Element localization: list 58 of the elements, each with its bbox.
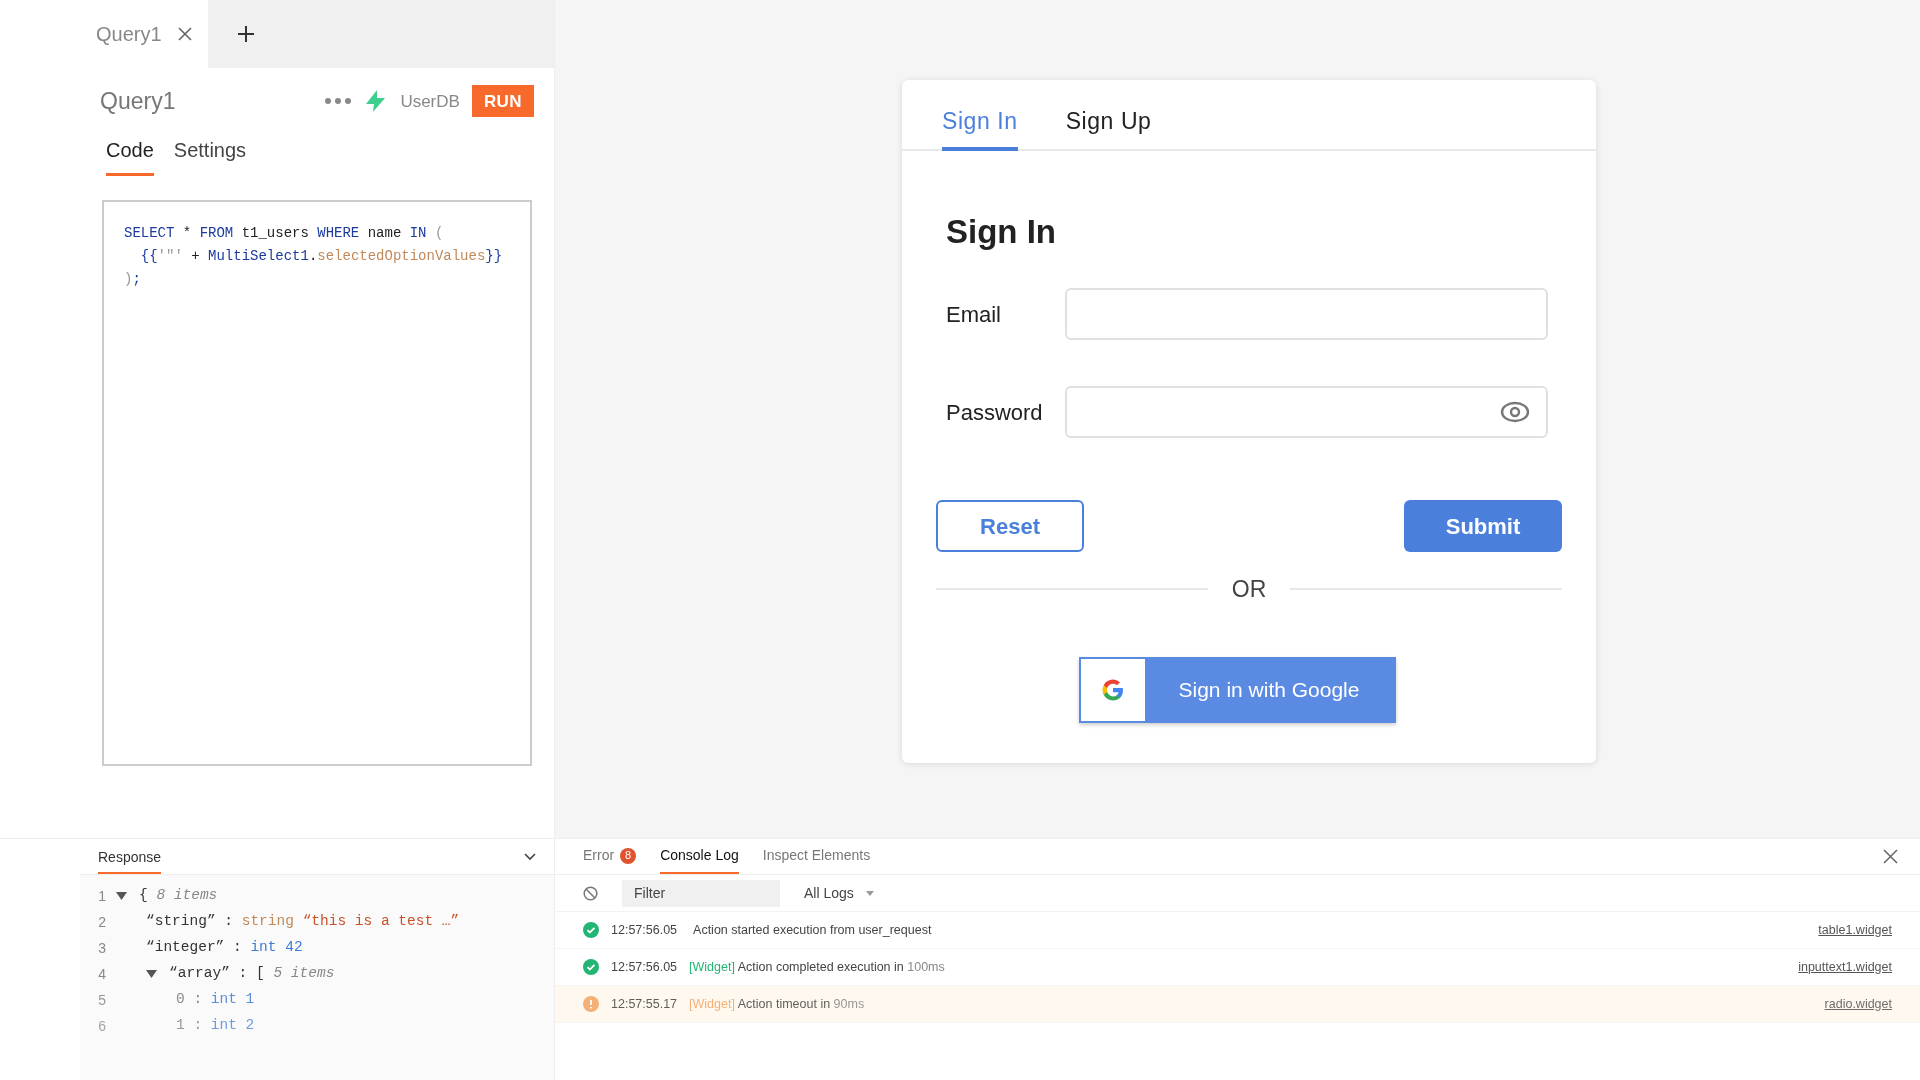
close-icon[interactable]	[1883, 849, 1898, 864]
editor-tab[interactable]: Code	[106, 134, 154, 176]
caret-icon	[865, 890, 874, 896]
eye-icon[interactable]	[1500, 401, 1530, 423]
json-line: “array” : [ 5 items	[169, 964, 335, 984]
submit-button[interactable]: Submit	[1404, 500, 1562, 552]
query-tab[interactable]: Query1	[80, 0, 208, 68]
more-icon[interactable]	[324, 97, 353, 106]
line-number: 1	[97, 886, 106, 906]
line-number: 2	[97, 912, 106, 932]
query-title: Query1	[100, 87, 176, 116]
json-line: 1 : int 2	[176, 1016, 255, 1036]
check-circle-icon	[583, 922, 599, 938]
check-circle-icon	[583, 959, 599, 975]
filter-field[interactable]: Filter	[622, 879, 780, 907]
log-message: [Widget] Action completed execution in 100ms	[689, 958, 945, 976]
log-time: 12:57:56.05	[611, 958, 678, 976]
log-source-link[interactable]: radio.widget	[1824, 994, 1892, 1014]
editor-tab[interactable]: Settings	[173, 134, 247, 176]
log-time: 12:57:56.05	[611, 921, 678, 939]
code-line: SELECT * FROM t1_users WHERE name IN (	[124, 223, 444, 243]
line-number: 5	[97, 990, 106, 1010]
line-number: 6	[97, 1016, 106, 1036]
log-message: Action started execution from user_request	[692, 921, 932, 939]
exclamation-circle-icon	[583, 996, 599, 1012]
json-line: “integer” : int 42	[146, 938, 303, 958]
log-level-dropdown[interactable]: All Logs	[804, 882, 874, 904]
form-tab[interactable]: Sign In	[942, 104, 1018, 151]
code-line: );	[124, 269, 141, 289]
console-tab[interactable]: Inspect Elements	[762, 839, 871, 874]
datasource-name: UserDB	[400, 90, 460, 113]
clear-icon[interactable]	[583, 885, 598, 901]
plus-icon[interactable]	[235, 24, 256, 44]
json-line: { 8 items	[139, 886, 218, 906]
code-editor[interactable]: SELECT * FROM t1_users WHERE name IN ( {{'"' + MultiSelect1.selectedOptionValues}} );	[102, 199, 532, 766]
log-source-link[interactable]: inputtext1.widget	[1798, 957, 1892, 977]
close-icon[interactable]	[177, 27, 192, 41]
log-time: 12:57:55.17	[611, 995, 678, 1013]
json-line: 0 : int 1	[176, 990, 255, 1010]
email-label: Email	[945, 300, 1002, 329]
or-divider: OR	[1231, 575, 1267, 604]
json-line: “string” : string “this is a test …”	[146, 912, 460, 932]
password-label: Password	[945, 398, 1044, 427]
console-tab[interactable]: Console Log	[660, 839, 739, 874]
reset-button[interactable]: Reset	[936, 500, 1084, 552]
email-field[interactable]	[1065, 288, 1548, 340]
triangle-down-icon[interactable]	[146, 970, 157, 978]
console-tab[interactable]: Error 8	[583, 839, 637, 874]
form-tab[interactable]: Sign Up	[1065, 104, 1152, 151]
log-message: [Widget] Action timeout in 90ms	[689, 995, 865, 1013]
log-source-link[interactable]: table1.widget	[1818, 920, 1892, 940]
line-number: 3	[97, 938, 106, 958]
password-field[interactable]	[1065, 386, 1548, 438]
triangle-down-icon[interactable]	[116, 892, 127, 900]
form-heading: Sign In	[946, 211, 1056, 252]
code-line: {{'"' + MultiSelect1.selectedOptionValues}}	[139, 246, 503, 266]
chevron-down-icon[interactable]	[524, 852, 536, 861]
line-number: 4	[97, 964, 106, 984]
